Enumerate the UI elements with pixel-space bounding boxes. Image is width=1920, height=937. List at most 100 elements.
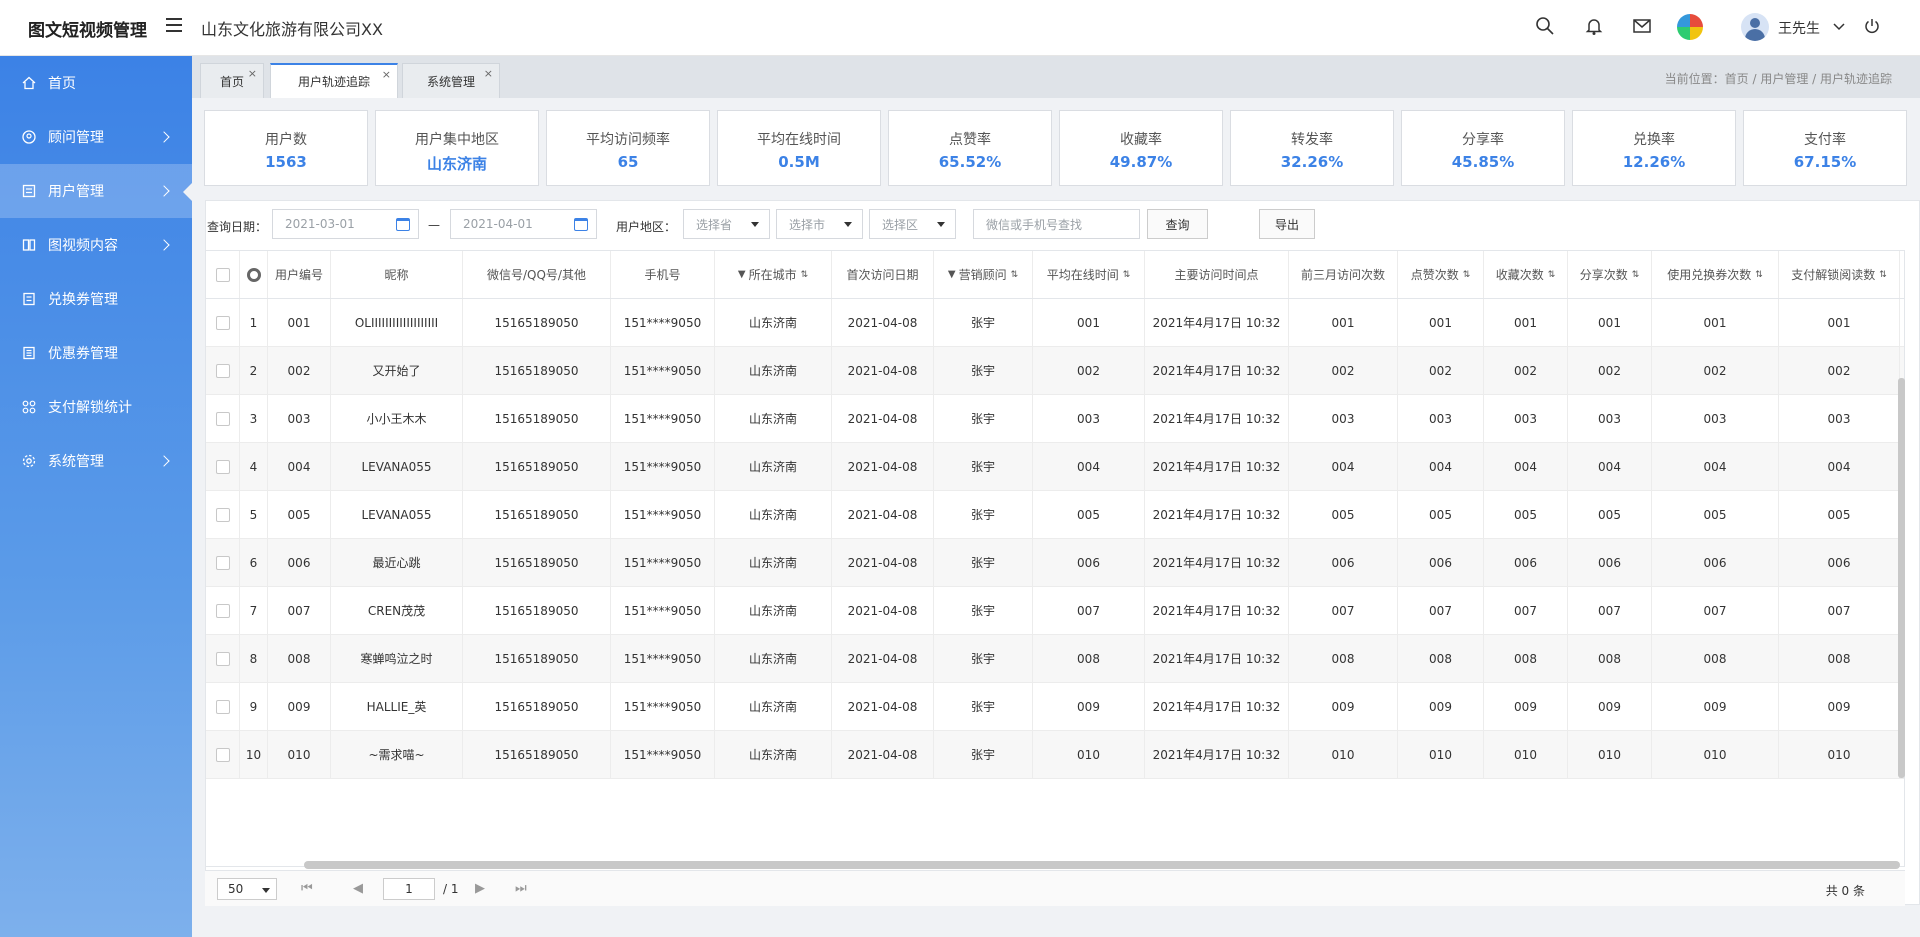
select-all-checkbox[interactable] [215, 267, 230, 282]
chevron-down-icon[interactable] [1827, 14, 1851, 38]
tab-user-tracking[interactable]: 用户轨迹追踪 × [270, 63, 398, 98]
sidebar-item-system[interactable]: 系统管理 [0, 434, 192, 488]
avatar[interactable] [1741, 13, 1769, 41]
table-cell-idx: 4 [240, 443, 268, 490]
row-checkbox[interactable] [215, 603, 230, 618]
vertical-scrollbar[interactable] [1898, 378, 1905, 778]
table-row[interactable]: 7 007 CREN茂茂 15165189050 151****9050 山东济南 2021… [206, 587, 1904, 635]
province-select[interactable]: 选择省 [683, 209, 770, 239]
sidebar-item-vouchers[interactable]: 兑换券管理 [0, 272, 192, 326]
tab-home[interactable]: 首页 × [200, 63, 264, 98]
theme-color-icon[interactable] [1677, 14, 1703, 40]
row-checkbox[interactable] [215, 363, 230, 378]
row-checkbox[interactable] [215, 507, 230, 522]
row-checkbox[interactable] [215, 411, 230, 426]
mail-icon[interactable] [1630, 14, 1654, 38]
table-row[interactable]: 1 001 OLIIIIIIIIIIIIIIIIIII 15165189050 151*… [206, 299, 1904, 347]
stat-title: 用户集中地区 [415, 132, 499, 148]
col-header-sortable[interactable]: 收藏次数 ⇅ [1484, 251, 1568, 298]
last-page-icon[interactable]: ⏭ [515, 881, 527, 896]
menu-toggle-icon[interactable] [166, 18, 182, 32]
stat-value: 65.52% [938, 153, 1002, 171]
col-header-sortable[interactable]: 平均在线时间 ⇅ [1033, 251, 1145, 298]
power-icon[interactable] [1860, 14, 1884, 38]
table-row[interactable]: 5 005 LEVANA055 15165189050 151****9050 山东济南 2… [206, 491, 1904, 539]
row-checkbox[interactable] [215, 315, 230, 330]
sort-icon[interactable]: ⇅ [1011, 270, 1019, 280]
table-cell-paid: 004 [1779, 443, 1900, 490]
calendar-icon[interactable] [396, 218, 410, 231]
sort-icon[interactable]: ⇅ [1548, 270, 1556, 280]
sort-icon[interactable]: ⇅ [801, 270, 809, 280]
table-cell-favs: 005 [1484, 491, 1568, 538]
export-button[interactable]: 导出 [1259, 209, 1315, 239]
col-header[interactable]: 手机号 [611, 251, 715, 298]
sidebar-item-media[interactable]: 图视频内容 [0, 218, 192, 272]
row-checkbox[interactable] [215, 555, 230, 570]
prev-page-icon[interactable]: ◀ [353, 881, 363, 896]
sidebar-item-coupons[interactable]: 优惠券管理 [0, 326, 192, 380]
sidebar-item-advisors[interactable]: 顾问管理 [0, 110, 192, 164]
row-checkbox[interactable] [215, 699, 230, 714]
city-select[interactable]: 选择市 [776, 209, 863, 239]
caret-down-icon [751, 222, 759, 227]
col-header-sortable[interactable]: ▼ 营销顾问 ⇅ [934, 251, 1033, 298]
col-header[interactable]: 微信号/QQ号/其他 [463, 251, 611, 298]
table-cell-wx: 15165189050 [463, 395, 611, 442]
table-row[interactable]: 9 009 HALLIE_英 15165189050 151****9050 山东济南 20… [206, 683, 1904, 731]
horizontal-scrollbar[interactable] [304, 861, 1900, 869]
date-end-input[interactable]: 2021-04-01 [450, 209, 597, 239]
first-page-icon[interactable]: ⏮ [301, 881, 313, 896]
table-row[interactable]: 10 010 ~需求喵~ 15165189050 151****9050 山东济南 2021… [206, 731, 1904, 779]
table-row[interactable]: 6 006 最近心跳 15165189050 151****9050 山东济南 2021-0… [206, 539, 1904, 587]
filter-icon[interactable]: ▼ [948, 269, 956, 280]
table-cell-avg: 010 [1033, 731, 1145, 778]
district-placeholder: 选择区 [882, 217, 919, 232]
table-cell-nick: CREN茂茂 [331, 587, 463, 634]
col-header-sortable[interactable]: 使用兑换券次数 ⇅ [1652, 251, 1779, 298]
gear-icon[interactable] [246, 267, 261, 282]
calendar-icon[interactable] [574, 218, 588, 231]
date-start-input[interactable]: 2021-03-01 [272, 209, 419, 239]
col-header-sortable[interactable]: 支付解锁阅读数 ⇅ [1779, 251, 1900, 298]
table-row[interactable]: 8 008 寒蝉鸣泣之时 15165189050 151****9050 山东济南 2021… [206, 635, 1904, 683]
row-checkbox[interactable] [215, 459, 230, 474]
tab-system[interactable]: 系统管理 × [402, 63, 500, 98]
col-header[interactable]: 用户编号 [268, 251, 331, 298]
search-icon[interactable] [1533, 14, 1557, 38]
sidebar-item-home[interactable]: 首页 [0, 56, 192, 110]
sort-icon[interactable]: ⇅ [1879, 270, 1887, 280]
row-checkbox[interactable] [215, 651, 230, 666]
col-header-sortable[interactable]: 分享次数 ⇅ [1568, 251, 1652, 298]
page-size-select[interactable]: 50 [217, 878, 277, 900]
bell-icon[interactable] [1582, 14, 1606, 38]
sort-icon[interactable]: ⇅ [1755, 270, 1763, 280]
sidebar-item-payment-stats[interactable]: 支付解锁统计 [0, 380, 192, 434]
col-header[interactable]: 前三月访问次数 [1289, 251, 1398, 298]
col-header-sortable[interactable]: 点赞次数 ⇅ [1398, 251, 1484, 298]
page-input[interactable]: 1 [383, 878, 435, 900]
col-header-sortable[interactable]: ▼ 所在城市 ⇅ [715, 251, 832, 298]
district-select[interactable]: 选择区 [869, 209, 956, 239]
col-header[interactable]: 首次访问日期 [832, 251, 934, 298]
sort-icon[interactable]: ⇅ [1463, 270, 1471, 280]
next-page-icon[interactable]: ▶ [475, 881, 485, 896]
sort-icon[interactable]: ⇅ [1632, 270, 1640, 280]
close-icon[interactable]: × [484, 67, 493, 80]
table-cell-id: 001 [268, 299, 331, 346]
table-row[interactable]: 3 003 小小王木木 15165189050 151****9050 山东济南 2021-… [206, 395, 1904, 443]
query-button[interactable]: 查询 [1147, 209, 1208, 239]
close-icon[interactable]: × [382, 68, 391, 81]
row-checkbox[interactable] [215, 747, 230, 762]
user-name[interactable]: 王先生 [1778, 18, 1820, 38]
table-row[interactable]: 2 002 又开始了 15165189050 151****9050 山东济南 2021-0… [206, 347, 1904, 395]
table-row[interactable]: 4 004 LEVANA055 15165189050 151****9050 山东济南 2… [206, 443, 1904, 491]
col-header[interactable]: 主要访问时间点 [1145, 251, 1289, 298]
close-icon[interactable]: × [248, 67, 257, 80]
sidebar-item-users[interactable]: 用户管理 [0, 164, 192, 218]
sort-icon[interactable]: ⇅ [1123, 270, 1131, 280]
search-input[interactable]: 微信或手机号查找 [973, 209, 1140, 239]
col-header[interactable]: 昵称 [331, 251, 463, 298]
coupon-icon [23, 346, 35, 360]
filter-icon[interactable]: ▼ [738, 269, 746, 280]
